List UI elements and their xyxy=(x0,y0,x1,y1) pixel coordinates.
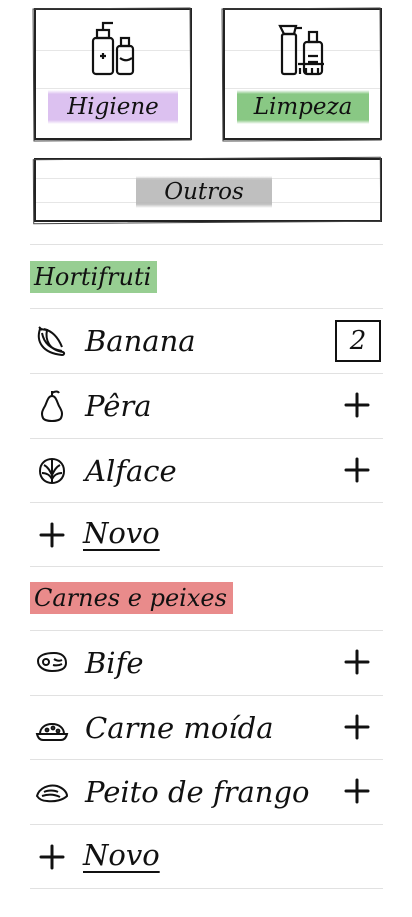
cleaning-products-icon xyxy=(277,24,324,76)
category-label-higiene: Higiene xyxy=(67,94,159,120)
list-item-carne-moida[interactable]: Carne moída xyxy=(30,696,383,760)
list-item-banana[interactable]: Banana 2 xyxy=(30,309,383,373)
item-label: Pêra xyxy=(85,389,152,423)
new-item-label: Novo xyxy=(83,516,160,550)
list-item-peito-de-frango[interactable]: Peito de frango xyxy=(30,760,383,824)
quantity-badge[interactable]: 2 xyxy=(335,320,381,362)
new-item-button-carnes[interactable]: Novo xyxy=(30,825,383,889)
item-label: Alface xyxy=(85,454,177,488)
lettuce-icon xyxy=(38,457,66,485)
category-card-outros[interactable]: Outros xyxy=(34,158,382,222)
add-icon[interactable] xyxy=(343,713,371,741)
list-item-alface[interactable]: Alface xyxy=(30,439,383,503)
category-label-limpeza: Limpeza xyxy=(253,94,353,120)
item-label: Bife xyxy=(85,646,144,680)
banana-icon xyxy=(37,326,66,357)
item-label: Carne moída xyxy=(85,711,274,745)
add-icon[interactable] xyxy=(343,777,371,805)
item-label: Banana xyxy=(85,324,196,358)
add-icon[interactable] xyxy=(343,391,371,419)
list-item-pera[interactable]: Pêra xyxy=(30,374,383,438)
category-card-higiene[interactable]: Higiene xyxy=(34,8,192,140)
plus-icon xyxy=(39,522,65,548)
list-item-bife[interactable]: Bife xyxy=(30,631,383,695)
ground-meat-icon xyxy=(35,722,69,741)
category-label-outros: Outros xyxy=(164,179,244,205)
item-label: Peito de frango xyxy=(85,775,310,809)
section-title-hortifruti: Hortifruti xyxy=(30,261,158,293)
steak-icon xyxy=(36,651,68,673)
pear-icon xyxy=(40,390,64,422)
chicken-breast-icon xyxy=(35,784,69,803)
section-title-carnes-e-peixes: Carnes e peixes xyxy=(30,582,233,614)
hygiene-products-icon xyxy=(91,21,135,76)
plus-icon xyxy=(39,844,65,870)
add-icon[interactable] xyxy=(343,648,371,676)
category-card-limpeza[interactable]: Limpeza xyxy=(223,8,382,140)
new-item-button-hortifruti[interactable]: Novo xyxy=(30,503,383,567)
add-icon[interactable] xyxy=(343,456,371,484)
new-item-label: Novo xyxy=(83,838,160,872)
